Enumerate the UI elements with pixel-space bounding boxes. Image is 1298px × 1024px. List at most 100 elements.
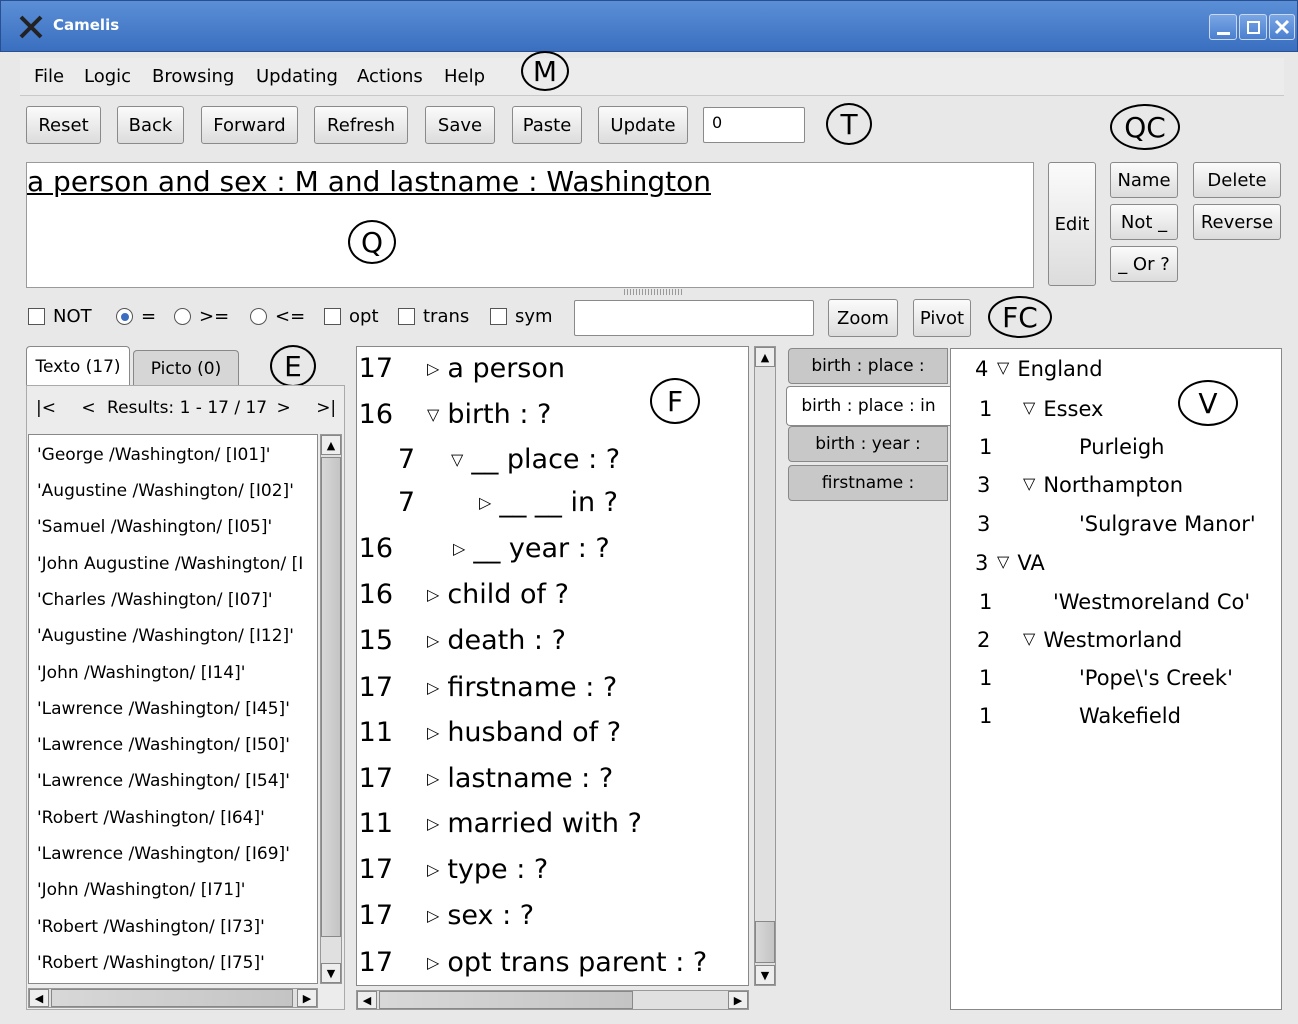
scroll-left-icon[interactable]: ◀ bbox=[357, 991, 377, 1009]
collapse-triangle-icon[interactable]: ▽ bbox=[427, 405, 439, 424]
edit-button[interactable]: Edit bbox=[1048, 162, 1096, 286]
back-button[interactable]: Back bbox=[117, 106, 184, 144]
query-area[interactable]: a person and sex : M and lastname : Wash… bbox=[26, 162, 1034, 288]
collapse-triangle-icon[interactable]: ▽ bbox=[997, 358, 1009, 377]
scroll-right-icon[interactable]: ▶ bbox=[297, 989, 317, 1007]
list-item[interactable]: 'Lawrence /Washington/ [I54]' bbox=[37, 771, 290, 791]
menu-help[interactable]: Help bbox=[444, 66, 485, 87]
or-button[interactable]: _ Or ? bbox=[1110, 246, 1178, 282]
radio-circle[interactable] bbox=[174, 308, 191, 325]
checkbox-box[interactable] bbox=[28, 308, 45, 325]
first-page-button[interactable]: |< bbox=[36, 398, 56, 418]
expand-triangle-icon[interactable]: ▷ bbox=[427, 359, 439, 378]
list-item[interactable]: 'Charles /Washington/ [I07]' bbox=[37, 590, 273, 610]
radio-circle[interactable] bbox=[250, 308, 267, 325]
sym-checkbox[interactable]: sym bbox=[490, 306, 553, 327]
list-item[interactable]: 'Augustine /Washington/ [I12]' bbox=[37, 626, 294, 646]
delete-button[interactable]: Delete bbox=[1193, 162, 1281, 198]
value-tab-firstname[interactable]: firstname : bbox=[788, 465, 948, 501]
zoom-button[interactable]: Zoom bbox=[828, 299, 898, 337]
scroll-right-icon[interactable]: ▶ bbox=[728, 991, 748, 1009]
trans-checkbox[interactable]: trans bbox=[398, 306, 469, 327]
menu-file[interactable]: File bbox=[34, 66, 64, 87]
menu-updating[interactable]: Updating bbox=[256, 66, 338, 87]
reverse-button[interactable]: Reverse bbox=[1193, 204, 1281, 240]
scroll-up-icon[interactable]: ▲ bbox=[755, 347, 775, 367]
feature-hscrollbar[interactable]: ◀ ▶ bbox=[356, 990, 749, 1010]
last-page-button[interactable]: >| bbox=[316, 398, 336, 418]
list-item[interactable]: 'Robert /Washington/ [I64]' bbox=[37, 808, 265, 828]
expand-triangle-icon[interactable]: ▷ bbox=[427, 769, 439, 788]
scroll-left-icon[interactable]: ◀ bbox=[29, 989, 49, 1007]
expand-triangle-icon[interactable]: ▷ bbox=[427, 585, 439, 604]
value-tab-birth-place-in[interactable]: birth : place : in bbox=[786, 386, 950, 426]
reset-button[interactable]: Reset bbox=[26, 106, 101, 144]
expand-triangle-icon[interactable]: ▷ bbox=[427, 723, 439, 742]
pivot-button[interactable]: Pivot bbox=[913, 299, 971, 337]
scrollbar-thumb[interactable] bbox=[379, 991, 633, 1009]
expand-triangle-icon[interactable]: ▷ bbox=[427, 953, 439, 972]
maximize-icon[interactable] bbox=[1239, 14, 1267, 40]
list-item[interactable]: 'Lawrence /Washington/ [I50]' bbox=[37, 735, 290, 755]
not-button[interactable]: Not _ bbox=[1110, 204, 1178, 240]
query-splitter-handle[interactable] bbox=[624, 289, 684, 295]
minimize-icon[interactable] bbox=[1209, 14, 1237, 40]
menu-actions[interactable]: Actions bbox=[357, 66, 423, 87]
expand-triangle-icon[interactable]: ▷ bbox=[453, 539, 465, 558]
list-item[interactable]: 'Augustine /Washington/ [I02]' bbox=[37, 481, 294, 501]
counter-input[interactable]: 0 bbox=[703, 107, 805, 143]
refresh-button[interactable]: Refresh bbox=[314, 106, 408, 144]
scroll-down-icon[interactable]: ▼ bbox=[755, 965, 775, 985]
value-tab-birth-place[interactable]: birth : place : bbox=[788, 348, 948, 384]
tab-texto[interactable]: Texto (17) bbox=[26, 346, 130, 386]
list-item[interactable]: 'Robert /Washington/ [I73]' bbox=[37, 917, 265, 937]
prev-page-button[interactable]: < bbox=[81, 398, 95, 418]
expand-triangle-icon[interactable]: ▷ bbox=[427, 906, 439, 925]
list-item[interactable]: 'Lawrence /Washington/ [I45]' bbox=[37, 699, 290, 719]
scrollbar-thumb[interactable] bbox=[755, 921, 775, 963]
extent-vscrollbar[interactable]: ▲ ▼ bbox=[320, 434, 342, 984]
collapse-triangle-icon[interactable]: ▽ bbox=[1023, 474, 1035, 493]
name-button[interactable]: Name bbox=[1110, 162, 1178, 198]
eq-radio[interactable]: = bbox=[116, 306, 156, 327]
expand-triangle-icon[interactable]: ▷ bbox=[427, 814, 439, 833]
radio-circle[interactable] bbox=[116, 308, 133, 325]
not-checkbox[interactable]: NOT bbox=[28, 306, 92, 327]
list-item[interactable]: 'John /Washington/ [I71]' bbox=[37, 880, 245, 900]
update-button[interactable]: Update bbox=[598, 106, 688, 144]
ge-radio[interactable]: >= bbox=[174, 306, 229, 327]
close-icon[interactable] bbox=[1269, 14, 1295, 40]
query-text[interactable]: a person and sex : M and lastname : Wash… bbox=[27, 165, 711, 198]
value-tab-birth-year[interactable]: birth : year : bbox=[788, 426, 948, 462]
checkbox-box[interactable] bbox=[324, 308, 341, 325]
list-item[interactable]: 'John Augustine /Washington/ [I bbox=[37, 554, 303, 574]
menu-logic[interactable]: Logic bbox=[84, 66, 131, 87]
paste-button[interactable]: Paste bbox=[512, 106, 582, 144]
list-item[interactable]: 'Samuel /Washington/ [I05]' bbox=[37, 517, 272, 537]
expand-triangle-icon[interactable]: ▷ bbox=[427, 860, 439, 879]
tab-picto[interactable]: Picto (0) bbox=[133, 350, 239, 386]
list-item[interactable]: 'George /Washington/ [I01]' bbox=[37, 445, 270, 465]
forward-button[interactable]: Forward bbox=[201, 106, 298, 144]
next-page-button[interactable]: > bbox=[277, 398, 291, 418]
save-button[interactable]: Save bbox=[425, 106, 495, 144]
le-radio[interactable]: <= bbox=[250, 306, 305, 327]
list-item[interactable]: 'John /Washington/ [I14]' bbox=[37, 663, 245, 683]
list-item[interactable]: 'Robert /Washington/ [I75]' bbox=[37, 953, 265, 973]
collapse-triangle-icon[interactable]: ▽ bbox=[1023, 398, 1035, 417]
expand-triangle-icon[interactable]: ▷ bbox=[479, 493, 491, 512]
expand-triangle-icon[interactable]: ▷ bbox=[427, 678, 439, 697]
collapse-triangle-icon[interactable]: ▽ bbox=[451, 450, 463, 469]
scrollbar-thumb[interactable] bbox=[321, 457, 341, 937]
scroll-down-icon[interactable]: ▼ bbox=[321, 963, 341, 983]
scrollbar-thumb[interactable] bbox=[51, 989, 293, 1007]
extent-hscrollbar[interactable]: ◀ ▶ bbox=[28, 988, 318, 1008]
collapse-triangle-icon[interactable]: ▽ bbox=[1023, 629, 1035, 648]
opt-checkbox[interactable]: opt bbox=[324, 306, 379, 327]
feature-filter-input[interactable] bbox=[574, 300, 814, 336]
collapse-triangle-icon[interactable]: ▽ bbox=[997, 552, 1009, 571]
checkbox-box[interactable] bbox=[398, 308, 415, 325]
list-item[interactable]: 'Lawrence /Washington/ [I69]' bbox=[37, 844, 290, 864]
expand-triangle-icon[interactable]: ▷ bbox=[427, 631, 439, 650]
menu-browsing[interactable]: Browsing bbox=[152, 66, 234, 87]
